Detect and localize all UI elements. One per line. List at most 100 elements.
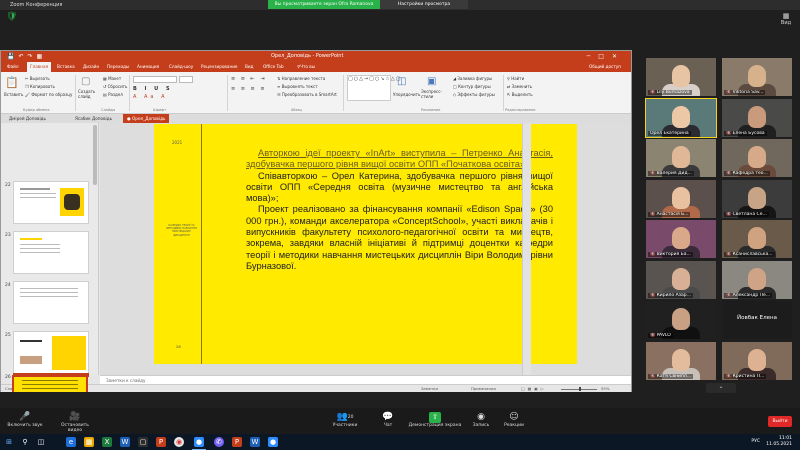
system-clock[interactable]: 11:01 11.05.2021	[766, 436, 792, 448]
powerpoint-icon[interactable]: P	[156, 437, 166, 447]
participant-tile[interactable]: 🔇Валерия Дид...	[646, 139, 716, 177]
participant-tile[interactable]: 🔇Светлана Се...	[722, 179, 792, 218]
participant-tile[interactable]: 🔇Анастасія Б...	[646, 179, 716, 218]
replace-button[interactable]: ⇄ Заменить	[507, 84, 532, 89]
reactions-button[interactable]: ☺ Реакции	[502, 412, 526, 428]
layout-button[interactable]: ▦ Макет	[103, 76, 121, 81]
powerpoint-icon-2[interactable]: P	[232, 437, 242, 447]
word-icon[interactable]: W	[120, 437, 130, 447]
menu-review[interactable]: Рецензирование	[201, 62, 238, 72]
zoom-icon-2[interactable]: ●	[268, 437, 278, 447]
store-icon[interactable]: ▢	[138, 437, 148, 447]
view-mode-icons[interactable]: □▦▣▷	[521, 385, 547, 393]
menu-animations[interactable]: Анимация	[137, 62, 159, 72]
format-painter-button[interactable]: 🖌 Формат по образцу	[25, 92, 72, 97]
input-language[interactable]: РУС	[751, 439, 760, 444]
tell-me-box[interactable]: ⚲ Что вы хотите сделать?	[297, 62, 320, 89]
shield-icon[interactable]: 🛡	[6, 12, 17, 22]
viber-icon[interactable]: ✆	[214, 437, 224, 447]
participant-tile[interactable]: 🔇PAVLO	[646, 301, 716, 339]
participant-tile[interactable]: 🔇Ксаниславська...	[722, 220, 792, 258]
shape-outline-button[interactable]: □ Контур фигуры	[453, 84, 491, 89]
chrome-icon[interactable]: ◉	[174, 437, 184, 447]
arrange-button[interactable]: Упорядочить	[393, 92, 420, 97]
shape-effects-button[interactable]: ◇ Эффекты фигуры	[453, 92, 495, 97]
participant-tile[interactable]: 🔇Елена Бусова	[722, 98, 792, 137]
task-view-icon[interactable]: ◫	[36, 437, 46, 447]
slide-thumbnail-25[interactable]	[13, 331, 89, 374]
reset-button[interactable]: ↺ Сбросить	[103, 84, 127, 89]
copy-button[interactable]: ❐ Копировать	[25, 84, 55, 89]
menu-slideshow[interactable]: Слайд-шоу	[169, 62, 193, 72]
view-button[interactable]: ▦ Вид	[778, 12, 794, 26]
menu-home[interactable]: Главная	[27, 62, 52, 72]
slide-thumbnail-22[interactable]	[13, 181, 89, 224]
menu-transitions[interactable]: Переходы	[107, 62, 129, 72]
stop-video-button[interactable]: 🎥 Остановить видео	[56, 412, 94, 433]
word-icon-2[interactable]: W	[250, 437, 260, 447]
slide-thumbnail-23[interactable]	[13, 231, 89, 274]
chat-button[interactable]: 💬 Чат	[378, 412, 398, 428]
font-size-box[interactable]	[179, 76, 193, 83]
font-format-icons[interactable]: B I U S	[133, 86, 173, 92]
participant-tile[interactable]: 🔇Кирило Азар...	[646, 260, 716, 299]
align-text-button[interactable]: ≡ Выровнять текст	[277, 84, 318, 89]
paste-icon[interactable]: 📋	[5, 76, 19, 89]
slide-body-text[interactable]: Авторкою ідеї проекту «InArt» виступила …	[246, 148, 553, 272]
new-slide-button[interactable]: Создать слайд	[78, 89, 100, 99]
folder-icon[interactable]: ▦	[84, 437, 94, 447]
tab-orel[interactable]: ● Орел_Доповідь	[123, 114, 170, 123]
edge-icon[interactable]: e	[66, 437, 76, 447]
tab-dmirei[interactable]: Дмірей Доповідь	[5, 114, 50, 123]
paste-button[interactable]: Вставить	[4, 92, 23, 97]
text-direction-button[interactable]: ⇅ Направление текста	[277, 76, 325, 81]
participants-button[interactable]: 👥20 Участники	[330, 412, 360, 428]
arrange-icon[interactable]: ◫	[397, 76, 406, 87]
participant-tile[interactable]: Орел Екатерина	[645, 97, 717, 138]
align-icons[interactable]: ≡ ≡ ≡ ≡	[231, 86, 267, 92]
share-screen-button[interactable]: ⇧ Демонстрация экрана	[408, 412, 462, 428]
section-button[interactable]: ▤ Раздел	[103, 92, 123, 97]
unmute-button[interactable]: 🎤 Включить звук	[6, 412, 44, 428]
quick-access-icons[interactable]: 💾↶↷▦	[7, 51, 46, 62]
participant-tile[interactable]: 🔇Виктория Ба...	[646, 220, 716, 258]
select-button[interactable]: ⇱ Выделить	[507, 92, 533, 97]
zoom-icon[interactable]: ●	[194, 437, 204, 447]
view-options-button[interactable]: Настройки просмотра	[380, 0, 468, 9]
menu-view[interactable]: Вид	[245, 62, 254, 72]
participant-tile[interactable]: 🔇Кафедра тео...	[722, 139, 792, 177]
zoom-slider-knob[interactable]	[579, 387, 581, 391]
slide-thumbnail-26[interactable]	[12, 375, 88, 392]
participant-tile[interactable]: Йовбак Елена	[722, 301, 792, 339]
window-controls[interactable]: ─□✕	[587, 51, 625, 62]
shape-fill-button[interactable]: ◢ Заливка фигуры	[453, 76, 492, 81]
thumbnails-scrollbar[interactable]	[93, 125, 97, 185]
font-color-icons[interactable]: A Aa A	[133, 94, 168, 100]
font-name-box[interactable]	[133, 76, 177, 83]
windows-start-icon[interactable]: ⊞	[4, 437, 14, 447]
slide-scrollbar[interactable]	[522, 123, 531, 375]
tab-yasabyk[interactable]: Ясабик Доповідь	[71, 114, 116, 123]
leave-button[interactable]: Выйти	[768, 416, 792, 427]
participant-tile[interactable]: 🔇Viktoria Sav...	[722, 58, 792, 96]
excel-icon[interactable]: X	[102, 437, 112, 447]
cut-button[interactable]: ✂ Вырезать	[25, 76, 50, 81]
quick-styles-button[interactable]: Экспресс-стили	[421, 89, 447, 99]
gallery-next-page-button[interactable]: ⌄	[706, 383, 736, 393]
comments-toggle[interactable]: Примечания	[471, 385, 496, 393]
shapes-gallery[interactable]: ▢○△→▢○↘☆△▢	[347, 75, 400, 101]
find-button[interactable]: ⚲ Найти	[507, 76, 524, 81]
zoom-level[interactable]: 55%	[601, 385, 609, 393]
notes-toggle[interactable]: Заметки	[421, 385, 438, 393]
participant-tile[interactable]: 🔇Александр Пе...	[722, 260, 792, 299]
menu-insert[interactable]: Вставка	[57, 62, 75, 72]
quick-styles-icon[interactable]: ▣	[427, 76, 436, 87]
participant-tile[interactable]: 🔇Кристина П...	[722, 341, 792, 380]
share-link[interactable]: Общий доступ	[589, 62, 621, 72]
participant-tile[interactable]: 🔇Катя Свнипл...	[646, 341, 716, 380]
record-button[interactable]: ◉ Запись	[470, 412, 492, 428]
current-slide[interactable]: 2021 КАФЕДРА ТЕОРІЇ ТА МЕТОДИКИ НАВЧАННЯ…	[154, 124, 577, 364]
notes-pane[interactable]: Заметки к слайду	[100, 375, 631, 384]
search-icon[interactable]: ⚲	[20, 437, 30, 447]
new-slide-icon[interactable]: ▢	[81, 76, 90, 87]
